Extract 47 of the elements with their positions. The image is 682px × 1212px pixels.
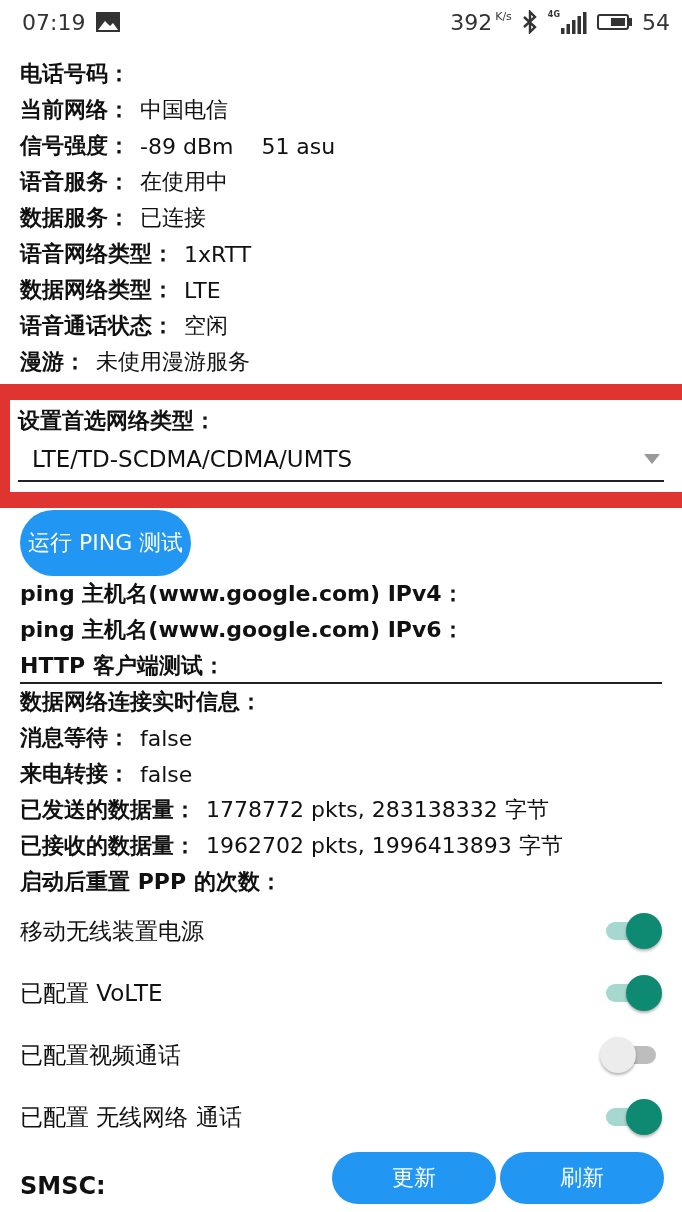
field-label: 信号强度：: [20, 132, 130, 160]
field-label: 语音通话状态：: [20, 312, 174, 340]
field-label: 消息等待：: [20, 724, 130, 752]
clock-time: 07:19: [22, 9, 86, 35]
field-value: 已连接: [140, 204, 206, 232]
ping-button[interactable]: 运行 PING 测试: [20, 510, 192, 576]
smsc-label: SMSC:: [20, 1172, 106, 1202]
field-label: 电话号码：: [20, 60, 130, 88]
setting-label: 移动无线装置电源: [20, 916, 204, 946]
field-value: LTE: [184, 277, 221, 303]
field-label: 启动后重置 PPP 的次数：: [20, 868, 282, 896]
setting-label: 已配置视频通话: [20, 1040, 181, 1070]
setting-label: 已配置 VoLTE: [20, 978, 163, 1008]
field-value: 中国电信: [140, 96, 228, 124]
field-label: 数据服务：: [20, 204, 130, 232]
network-type-dropdown[interactable]: LTE/TD-SCDMA/CDMA/UMTS: [18, 442, 664, 482]
field-value: -89 dBm 51 asu: [140, 133, 336, 159]
field-value: 在使用中: [140, 168, 228, 196]
field-label: ping 主机名(www.google.com) IPv4：: [20, 580, 464, 608]
field-value: 未使用漫游服务: [96, 348, 250, 376]
field-value: false: [140, 725, 193, 751]
dropdown-arrow-icon: [644, 454, 660, 464]
field-label: 漫游：: [20, 348, 86, 376]
image-icon: [95, 11, 122, 33]
field-label: 已发送的数据量：: [20, 796, 196, 824]
field-label: HTTP 客户端测试：: [20, 652, 225, 680]
network-speed: 392$^{K/s}$: [450, 9, 512, 35]
field-label: 设置首选网络类型：: [18, 407, 217, 435]
field-value: 1962702 pkts, 1996413893 字节: [206, 832, 563, 860]
field-label: 语音网络类型：: [20, 240, 174, 268]
field-label: 当前网络：: [20, 96, 130, 124]
field-label: 来电转接：: [20, 760, 130, 788]
battery-icon: [597, 14, 629, 30]
field-label: 数据网络类型：: [20, 276, 174, 304]
field-value: 空闲: [184, 312, 228, 340]
field-label: 数据网络连接实时信息：: [20, 688, 262, 716]
action-button[interactable]: 更新: [332, 1152, 496, 1204]
field-value: false: [140, 761, 193, 787]
action-button[interactable]: 刷新: [500, 1152, 664, 1204]
field-value: 1778772 pkts, 283138332 字节: [206, 796, 549, 824]
field-label: 语音服务：: [20, 168, 130, 196]
field-label: ping 主机名(www.google.com) IPv6：: [20, 616, 464, 644]
setting-label: 已配置 无线网络 通话: [20, 1102, 242, 1132]
bluetooth-icon: [521, 10, 538, 34]
field-label: 已接收的数据量：: [20, 832, 196, 860]
battery-percent: 54: [642, 9, 670, 35]
field-value: 1xRTT: [184, 241, 252, 267]
